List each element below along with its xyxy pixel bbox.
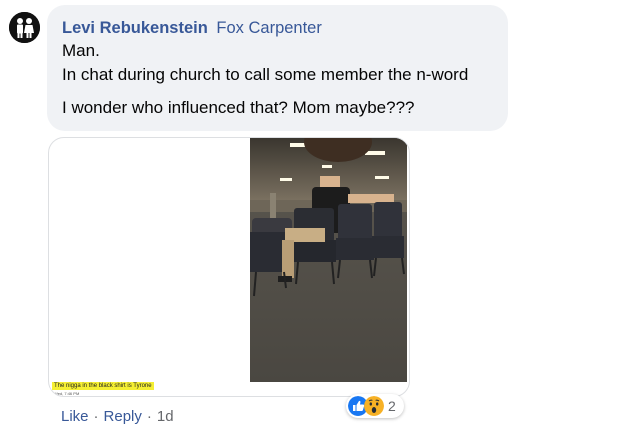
reaction-count: 2 xyxy=(388,398,396,414)
comment-header: Levi Rebukenstein Fox Carpenter xyxy=(62,18,322,38)
image-timestamp: Wed, 7:46 PM xyxy=(54,391,80,396)
reactions-summary[interactable]: 2 xyxy=(346,394,404,418)
wow-reaction-icon xyxy=(364,396,384,416)
tagged-user[interactable]: Fox Carpenter xyxy=(216,19,321,37)
people-icon xyxy=(9,12,40,43)
church-photo xyxy=(250,138,407,382)
comment-text-line: I wonder who influenced that? Mom maybe?… xyxy=(62,98,415,117)
comment-age[interactable]: 1d xyxy=(157,408,174,425)
comment-text-line: In chat during church to call some membe… xyxy=(62,65,469,84)
image-caption: The nigga in the black shirt is Tyrone xyxy=(52,382,154,390)
image-attachment[interactable]: The nigga in the black shirt is Tyrone W… xyxy=(48,137,410,397)
author-name[interactable]: Levi Rebukenstein xyxy=(62,19,208,37)
photo-illustration xyxy=(250,138,407,382)
reply-button[interactable]: Reply xyxy=(104,408,142,425)
comment-text-line: Man. xyxy=(62,41,100,60)
separator-dot: · xyxy=(93,408,99,425)
comment-screen: Levi Rebukenstein Fox Carpenter Man. In … xyxy=(0,0,642,439)
separator-dot: · xyxy=(146,408,152,425)
comment-bubble: Levi Rebukenstein Fox Carpenter Man. In … xyxy=(47,5,508,131)
comment-actions: Like · Reply · 1d xyxy=(61,408,174,426)
like-button[interactable]: Like xyxy=(61,408,89,425)
avatar[interactable] xyxy=(9,12,40,43)
